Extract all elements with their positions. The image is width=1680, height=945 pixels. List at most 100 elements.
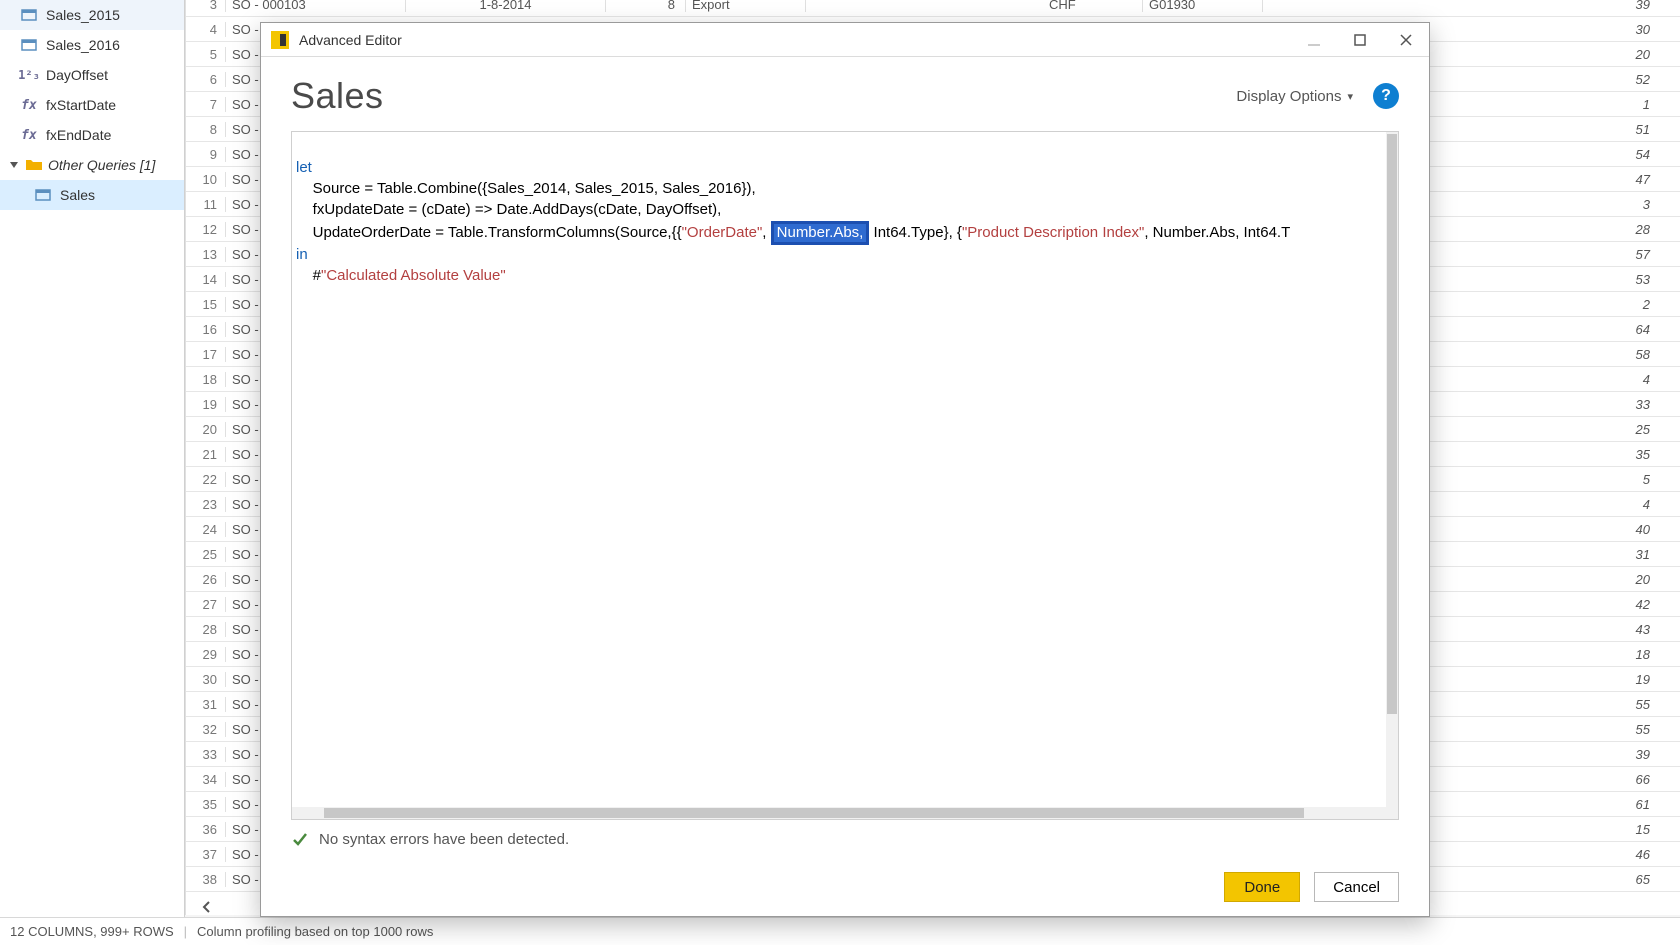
row-number: 33 — [186, 747, 226, 762]
caret-down-icon: ▾ — [1347, 90, 1353, 103]
horizontal-scrollbar[interactable] — [292, 807, 1386, 819]
display-options-label: Display Options — [1236, 88, 1341, 105]
row-number: 19 — [186, 397, 226, 412]
advanced-editor-dialog: Advanced Editor Sales Display Options ▾ … — [260, 22, 1430, 917]
cell-order-id[interactable]: SO - 000103 — [226, 0, 406, 12]
maximize-button[interactable] — [1337, 23, 1383, 57]
cell-value[interactable]: 1 — [1500, 97, 1680, 112]
cell-value[interactable]: 61 — [1500, 797, 1680, 812]
query-group-other[interactable]: Other Queries [1] — [0, 150, 184, 180]
cell-type[interactable]: Export — [686, 0, 806, 12]
done-button[interactable]: Done — [1224, 872, 1300, 902]
status-columns-rows: 12 COLUMNS, 999+ ROWS — [10, 924, 174, 939]
cell-value[interactable]: 33 — [1500, 397, 1680, 412]
cell-value[interactable]: 47 — [1500, 172, 1680, 187]
cell-value[interactable]: 3 — [1500, 197, 1680, 212]
query-label: Sales_2015 — [46, 7, 120, 23]
cell-date[interactable]: 1-8-2014 — [406, 0, 606, 12]
cell-value[interactable]: 2 — [1500, 297, 1680, 312]
title-bar[interactable]: Advanced Editor — [261, 23, 1429, 57]
cell-value[interactable]: 4 — [1500, 497, 1680, 512]
cell-value[interactable]: 53 — [1500, 272, 1680, 287]
cell-value[interactable]: 19 — [1500, 672, 1680, 687]
row-number: 31 — [186, 697, 226, 712]
cell-value[interactable]: 15 — [1500, 822, 1680, 837]
cell-code[interactable]: G01930 — [1143, 0, 1263, 12]
scrollbar-thumb[interactable] — [324, 808, 1304, 818]
cell-value[interactable]: 5 — [1500, 472, 1680, 487]
row-number: 15 — [186, 297, 226, 312]
cell-value[interactable]: 40 — [1500, 522, 1680, 537]
query-item-sales[interactable]: Sales — [0, 180, 184, 210]
query-item-fxenddate[interactable]: fx fxEndDate — [0, 120, 184, 150]
cell-value[interactable]: 57 — [1500, 247, 1680, 262]
cell-value[interactable]: 55 — [1500, 722, 1680, 737]
cell-value[interactable]: 64 — [1500, 322, 1680, 337]
cell-currency[interactable]: CHF — [1043, 0, 1143, 12]
row-number: 8 — [186, 122, 226, 137]
status-profiling: Column profiling based on top 1000 rows — [197, 924, 433, 939]
cell-value[interactable]: 51 — [1500, 122, 1680, 137]
code-line: # — [296, 267, 321, 284]
row-number: 3 — [186, 0, 226, 12]
cell-value[interactable]: 35 — [1500, 447, 1680, 462]
cell-value[interactable]: 43 — [1500, 622, 1680, 637]
code-line: fxUpdateDate = (cDate) => Date.AddDays(c… — [296, 201, 721, 218]
cell-value[interactable]: 39 — [1500, 747, 1680, 762]
cell-value[interactable]: 20 — [1500, 572, 1680, 587]
code-line: Source = Table.Combine({Sales_2014, Sale… — [296, 180, 756, 197]
cell-value[interactable]: 20 — [1500, 47, 1680, 62]
cell-value[interactable]: 66 — [1500, 772, 1680, 787]
row-number: 28 — [186, 622, 226, 637]
cell-value[interactable]: 30 — [1500, 22, 1680, 37]
cell-value[interactable]: 39 — [1500, 0, 1680, 12]
folder-icon — [26, 157, 42, 173]
code-editor[interactable]: let Source = Table.Combine({Sales_2014, … — [291, 131, 1399, 820]
row-number: 21 — [186, 447, 226, 462]
query-item-sales-2015[interactable]: Sales_2015 — [0, 0, 184, 30]
query-item-dayoffset[interactable]: 1²₃ DayOffset — [0, 60, 184, 90]
table-icon — [34, 188, 52, 202]
row-number: 27 — [186, 597, 226, 612]
row-number: 18 — [186, 372, 226, 387]
minimize-button[interactable] — [1291, 23, 1337, 57]
row-number: 6 — [186, 72, 226, 87]
code-line: UpdateOrderDate = Table.TransformColumns… — [296, 224, 682, 241]
cell-value[interactable]: 4 — [1500, 372, 1680, 387]
query-label: fxEndDate — [46, 127, 111, 143]
query-group-label: Other Queries [1] — [48, 157, 155, 173]
close-button[interactable] — [1383, 23, 1429, 57]
cell-value[interactable]: 65 — [1500, 872, 1680, 887]
vertical-scrollbar[interactable] — [1386, 132, 1398, 819]
row-number: 20 — [186, 422, 226, 437]
display-options-dropdown[interactable]: Display Options ▾ — [1236, 88, 1353, 105]
scrollbar-thumb[interactable] — [1387, 134, 1397, 714]
cell-value[interactable]: 42 — [1500, 597, 1680, 612]
cell-value[interactable]: 28 — [1500, 222, 1680, 237]
row-number: 24 — [186, 522, 226, 537]
code-string: "OrderDate" — [682, 224, 763, 241]
cell-value[interactable]: 18 — [1500, 647, 1680, 662]
query-item-sales-2016[interactable]: Sales_2016 — [0, 30, 184, 60]
cell-value[interactable]: 25 — [1500, 422, 1680, 437]
query-label: DayOffset — [46, 67, 108, 83]
cell-value[interactable]: 54 — [1500, 147, 1680, 162]
scroll-left-button[interactable] — [192, 897, 222, 917]
cell-value[interactable]: 55 — [1500, 697, 1680, 712]
cell-value[interactable]: 46 — [1500, 847, 1680, 862]
cell-qty[interactable]: 8 — [606, 0, 686, 12]
cancel-button[interactable]: Cancel — [1314, 872, 1399, 902]
code-string: "Calculated Absolute Value" — [321, 267, 506, 284]
row-number: 22 — [186, 472, 226, 487]
code-text: , Number.Abs, Int64.T — [1144, 224, 1290, 241]
table-icon — [20, 38, 38, 52]
row-number: 9 — [186, 147, 226, 162]
cell-value[interactable]: 58 — [1500, 347, 1680, 362]
query-item-fxstartdate[interactable]: fx fxStartDate — [0, 90, 184, 120]
table-row[interactable]: 3 SO - 000103 1-8-2014 8 Export CHF G019… — [186, 0, 1680, 17]
cell-value[interactable]: 31 — [1500, 547, 1680, 562]
help-icon[interactable]: ? — [1373, 83, 1399, 109]
row-number: 37 — [186, 847, 226, 862]
row-number: 10 — [186, 172, 226, 187]
cell-value[interactable]: 52 — [1500, 72, 1680, 87]
